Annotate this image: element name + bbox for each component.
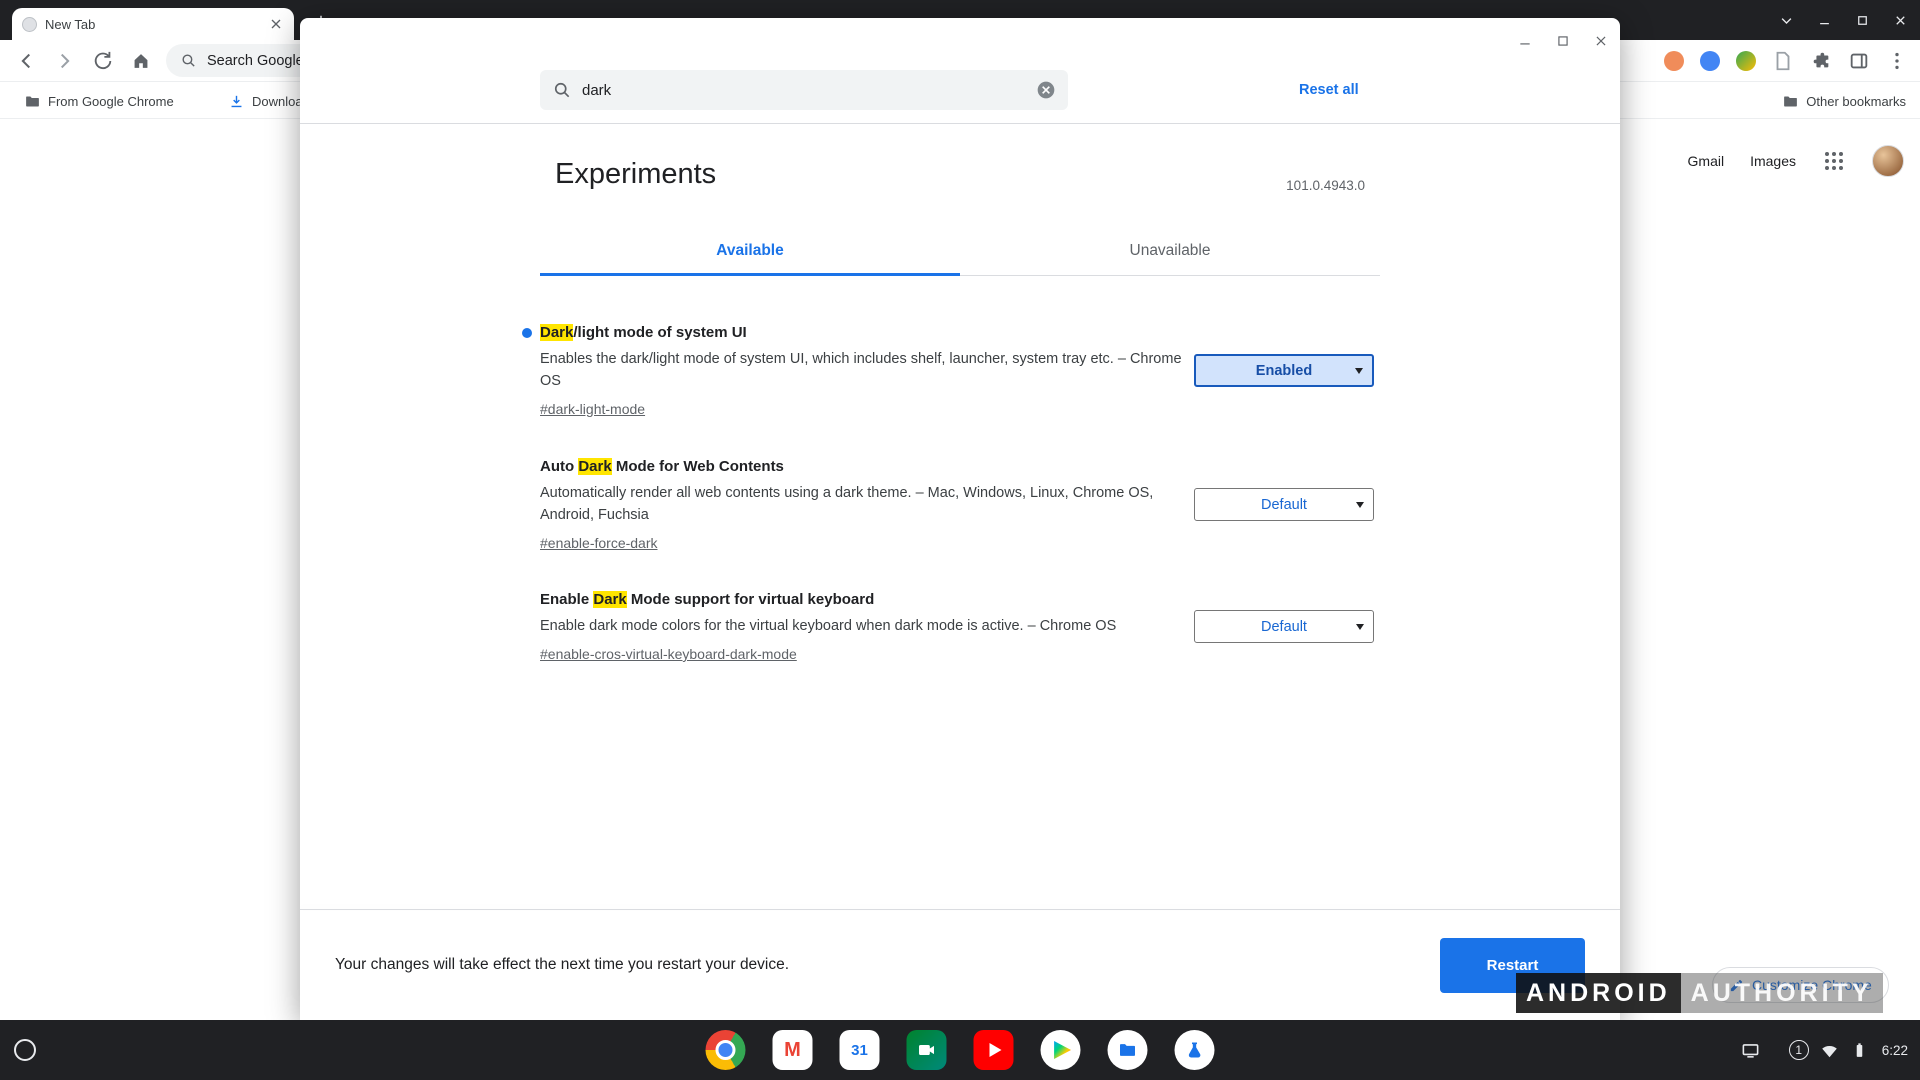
gmail-link[interactable]: Gmail [1688, 153, 1725, 169]
extension-icon[interactable] [1700, 51, 1720, 71]
ntp-header-links: Gmail Images [1688, 145, 1904, 177]
tab-unavailable[interactable]: Unavailable [960, 228, 1380, 275]
download-icon [228, 93, 245, 110]
tab-favicon-icon [22, 17, 37, 32]
flag-permalink[interactable]: #dark-light-mode [540, 401, 645, 417]
browser-minimize-button[interactable] [1812, 8, 1836, 32]
profile-avatar[interactable] [1872, 145, 1904, 177]
clear-search-icon[interactable] [1036, 80, 1056, 100]
browser-close-button[interactable] [1888, 8, 1912, 32]
back-icon[interactable] [16, 50, 38, 72]
chevron-down-icon [1356, 624, 1364, 630]
flags-window-controls [1512, 28, 1614, 54]
flag-title: Dark/light mode of system UI [540, 324, 1190, 341]
shelf-app-files-icon[interactable] [1108, 1030, 1148, 1070]
browser-maximize-button[interactable] [1850, 8, 1874, 32]
forward-icon[interactable] [53, 50, 75, 72]
side-panel-icon[interactable] [1848, 50, 1870, 72]
tab-close-icon[interactable] [268, 16, 284, 32]
maximize-button[interactable] [1550, 28, 1576, 54]
search-highlight: Dark [540, 324, 573, 341]
extension-icon[interactable] [1736, 51, 1756, 71]
shelf-app-play-store-icon[interactable] [1041, 1030, 1081, 1070]
screen-capture-icon[interactable] [1741, 1041, 1760, 1060]
other-bookmarks-label: Other bookmarks [1806, 94, 1906, 109]
flag-title: Auto Dark Mode for Web Contents [540, 458, 1190, 475]
flag-value-select-vk-dark-mode[interactable]: Default [1194, 610, 1374, 643]
search-highlight: Dark [578, 458, 611, 475]
page-title: Experiments [555, 158, 716, 191]
search-icon [180, 52, 197, 69]
tab-title: New Tab [45, 17, 260, 32]
flags-tabs: Available Unavailable [540, 228, 1380, 276]
images-link[interactable]: Images [1750, 153, 1796, 169]
toolbar-extensions-area [1664, 50, 1908, 72]
version-label: 101.0.4943.0 [1286, 178, 1365, 193]
extension-doc-icon[interactable] [1772, 50, 1794, 72]
shelf: M 31 1 6:22 [0, 1020, 1920, 1080]
flag-modified-dot [522, 328, 532, 338]
shelf-apps: M 31 [706, 1030, 1215, 1070]
flag-title: Enable Dark Mode support for virtual key… [540, 591, 1190, 608]
minimize-button[interactable] [1512, 28, 1538, 54]
shelf-app-experiments-flask-icon[interactable] [1175, 1030, 1215, 1070]
screen: New Tab [0, 0, 1920, 1080]
launcher-button[interactable] [14, 1039, 36, 1061]
window-controls-browser [1774, 8, 1912, 32]
clock: 6:22 [1882, 1043, 1908, 1058]
watermark-part1: ANDROID [1516, 973, 1681, 1013]
flag-row-dark-light-mode: Dark/light mode of system UI Enables the… [540, 324, 1190, 419]
flags-search-box [540, 70, 1068, 110]
flag-value-select-dark-light-mode[interactable]: Enabled [1194, 354, 1374, 387]
shelf-app-calendar-icon[interactable]: 31 [840, 1030, 880, 1070]
flags-search-input[interactable] [582, 82, 1026, 99]
flag-row-vk-dark-mode: Enable Dark Mode support for virtual key… [540, 591, 1190, 664]
bookmark-label: From Google Chrome [48, 94, 174, 109]
battery-icon [1850, 1041, 1869, 1060]
flags-window: Reset all Experiments 101.0.4943.0 Avail… [300, 18, 1620, 1020]
search-icon [552, 80, 572, 100]
wifi-icon [1820, 1041, 1839, 1060]
notification-count-badge[interactable]: 1 [1789, 1040, 1809, 1060]
bookmark-folder-from-chrome[interactable]: From Google Chrome [24, 89, 174, 113]
restart-notice: Your changes will take effect the next t… [335, 956, 789, 974]
home-icon[interactable] [130, 50, 152, 72]
shelf-app-chrome-icon[interactable] [706, 1030, 746, 1070]
flag-row-force-dark: Auto Dark Mode for Web Contents Automati… [540, 458, 1190, 553]
shelf-app-youtube-icon[interactable] [974, 1030, 1014, 1070]
browser-menu-kebab-icon[interactable] [1886, 50, 1908, 72]
restart-bar-divider [300, 909, 1620, 910]
folder-icon [24, 93, 41, 110]
tab-search-chevron-icon[interactable] [1774, 8, 1798, 32]
folder-icon [1782, 93, 1799, 110]
chevron-down-icon [1355, 368, 1363, 374]
tab-available[interactable]: Available [540, 228, 960, 275]
extensions-puzzle-icon[interactable] [1810, 50, 1832, 72]
chevron-down-icon [1356, 502, 1364, 508]
search-highlight: Dark [593, 591, 626, 608]
flag-description: Enables the dark/light mode of system UI… [540, 348, 1190, 392]
watermark-part2: AUTHORITY [1681, 973, 1883, 1013]
reload-icon[interactable] [92, 50, 114, 72]
browser-tab-new-tab[interactable]: New Tab [12, 8, 294, 40]
flag-value-select-force-dark[interactable]: Default [1194, 488, 1374, 521]
flag-permalink[interactable]: #enable-force-dark [540, 535, 658, 551]
other-bookmarks[interactable]: Other bookmarks [1782, 89, 1906, 113]
shelf-app-gmail-icon[interactable]: M [773, 1030, 813, 1070]
flag-description: Enable dark mode colors for the virtual … [540, 615, 1190, 637]
close-button[interactable] [1588, 28, 1614, 54]
header-divider [300, 123, 1620, 124]
google-apps-grid-icon[interactable] [1822, 149, 1846, 173]
extension-icon[interactable] [1664, 51, 1684, 71]
status-tray[interactable]: 1 6:22 [1741, 1039, 1908, 1061]
flag-permalink[interactable]: #enable-cros-virtual-keyboard-dark-mode [540, 646, 797, 662]
watermark: ANDROID AUTHORITY [1516, 973, 1883, 1013]
reset-all-button[interactable]: Reset all [1285, 76, 1373, 104]
flag-description: Automatically render all web contents us… [540, 482, 1190, 526]
shelf-app-meet-icon[interactable] [907, 1030, 947, 1070]
